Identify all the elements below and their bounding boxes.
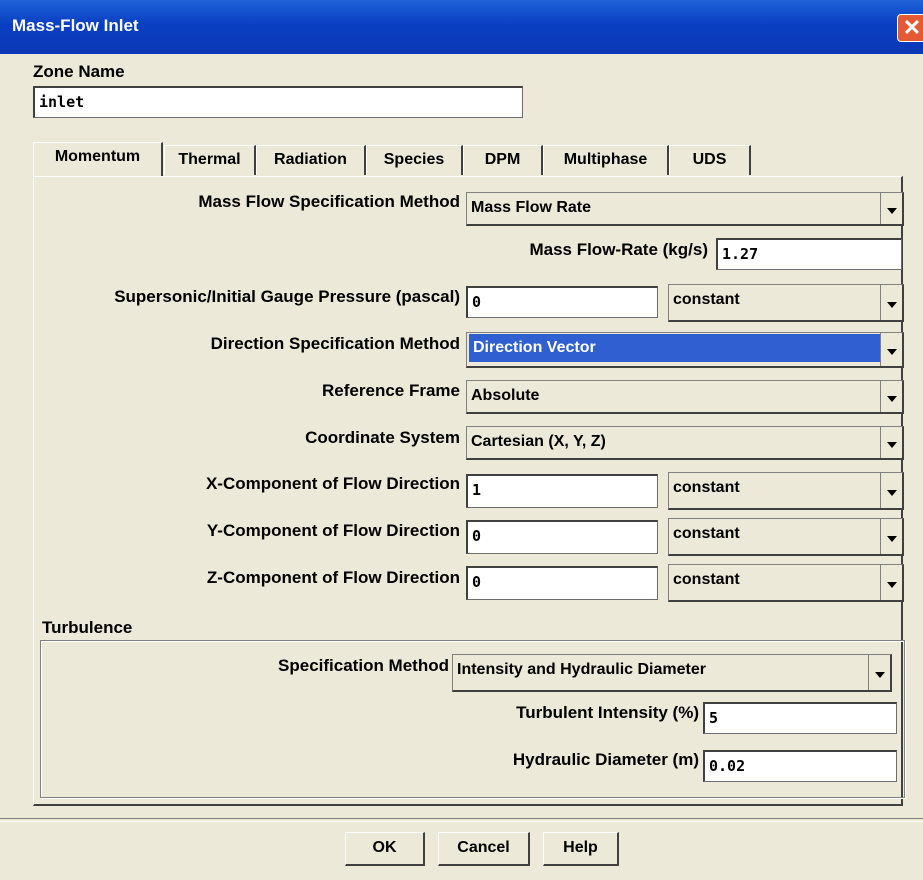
mass-flow-spec-dropdown[interactable]: Mass Flow Rate [466,192,904,226]
y-component-input[interactable]: 0 [466,520,658,554]
reference-frame-label: Reference Frame [322,381,460,400]
tab-momentum[interactable]: Momentum [33,142,163,176]
close-button[interactable]: ✕ [897,14,923,42]
turbulent-intensity-input[interactable]: 5 [703,702,897,734]
hydraulic-diameter-input[interactable]: 0.02 [703,750,897,782]
turbulence-group-label: Turbulence [42,618,133,637]
window-title: Mass-Flow Inlet [12,16,139,35]
x-component-profile-dropdown[interactable]: constant [668,472,904,510]
mass-flow-rate-label: Mass Flow-Rate (kg/s) [529,240,708,259]
mass-flow-spec-value: Mass Flow Rate [471,199,592,216]
cancel-button[interactable]: Cancel [438,832,530,866]
gauge-pressure-profile-value: constant [673,291,740,308]
z-component-input[interactable]: 0 [466,566,658,600]
x-component-profile-value: constant [673,479,740,496]
title-bar[interactable]: Mass-Flow Inlet ✕ [0,0,923,54]
x-component-input[interactable]: 1 [466,474,658,508]
reference-frame-dropdown[interactable]: Absolute [466,380,904,414]
coordinate-system-dropdown[interactable]: Cartesian (X, Y, Z) [466,426,904,460]
gauge-pressure-profile-dropdown[interactable]: constant [668,284,904,322]
zone-name-label: Zone Name [33,62,125,81]
x-component-label: X-Component of Flow Direction [205,474,460,493]
y-component-label: Y-Component of Flow Direction [206,521,460,540]
z-component-label: Z-Component of Flow Direction [206,568,460,587]
tab-thermal[interactable]: Thermal [164,145,256,175]
tab-multiphase[interactable]: Multiphase [543,145,669,175]
close-icon: ✕ [902,15,922,40]
direction-spec-value: Direction Vector [469,334,881,362]
tab-uds[interactable]: UDS [669,145,751,175]
y-component-profile-dropdown[interactable]: constant [668,518,904,556]
turbulence-spec-dropdown[interactable]: Intensity and Hydraulic Diameter [452,654,892,692]
hydraulic-diameter-label: Hydraulic Diameter (m) [512,750,699,769]
z-component-profile-dropdown[interactable]: constant [668,564,904,602]
direction-spec-dropdown[interactable]: Direction Vector [466,332,904,368]
z-component-profile-value: constant [673,571,740,588]
turbulence-spec-label: Specification Method [278,656,449,675]
coordinate-system-value: Cartesian (X, Y, Z) [471,433,606,450]
reference-frame-value: Absolute [471,387,540,404]
help-button[interactable]: Help [543,832,619,866]
chevron-down-icon[interactable] [880,333,902,366]
direction-spec-label: Direction Specification Method [210,334,460,353]
chevron-down-icon[interactable] [880,193,902,224]
gauge-pressure-input[interactable]: 0 [466,286,658,318]
gauge-pressure-label: Supersonic/Initial Gauge Pressure (pasca… [114,287,460,306]
mass-flow-inlet-dialog: Mass-Flow Inlet ✕ Zone Name inlet Moment… [0,0,923,880]
chevron-down-icon[interactable] [880,285,902,320]
chevron-down-icon[interactable] [880,427,902,458]
zone-name-input[interactable]: inlet [33,86,523,118]
coordinate-system-label: Coordinate System [305,428,460,447]
tab-species[interactable]: Species [366,145,463,175]
chevron-down-icon[interactable] [880,565,902,600]
chevron-down-icon[interactable] [880,519,902,554]
turbulence-spec-value: Intensity and Hydraulic Diameter [457,661,706,678]
mass-flow-rate-input[interactable]: 1.27 [716,238,902,270]
button-separator [0,818,923,822]
ok-button[interactable]: OK [345,832,425,866]
turbulent-intensity-label: Turbulent Intensity (%) [516,703,699,722]
chevron-down-icon[interactable] [868,655,890,690]
tab-dpm[interactable]: DPM [463,145,543,175]
mass-flow-spec-label: Mass Flow Specification Method [198,192,460,211]
tab-radiation[interactable]: Radiation [256,145,366,175]
y-component-profile-value: constant [673,525,740,542]
chevron-down-icon[interactable] [880,381,902,412]
chevron-down-icon[interactable] [880,473,902,508]
